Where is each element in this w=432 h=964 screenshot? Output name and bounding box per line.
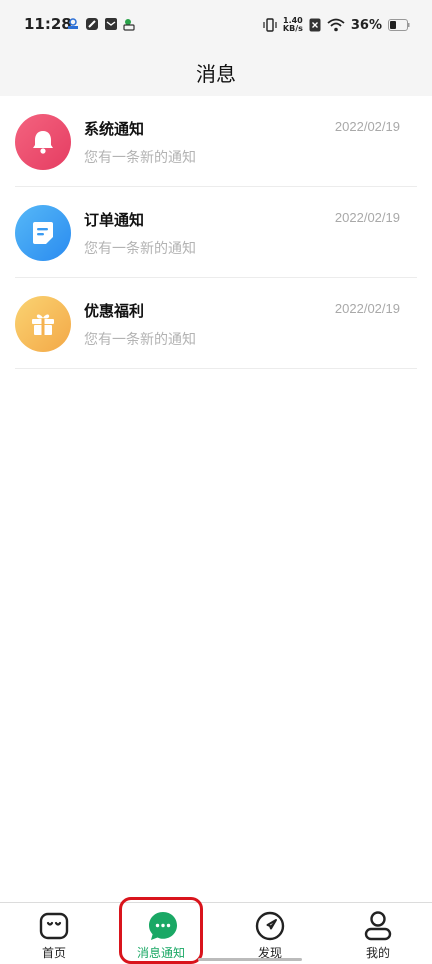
message-subtitle: 您有一条新的通知 [84,150,196,166]
message-date: 2022/02/19 [334,301,400,316]
compass-navigate-icon [255,911,285,941]
status-right-group: 1.40 KB/s 36% [263,14,410,36]
notification-app-icon [123,19,135,31]
mail-notification-icon [105,18,117,30]
message-avatar [15,296,71,352]
message-title: 订单通知 [84,211,145,229]
sim-disabled-icon [309,18,321,32]
home-indicator[interactable] [198,958,302,961]
gift-icon [32,314,54,335]
message-subtitle: 您有一条新的通知 [84,241,196,257]
message-date: 2022/02/19 [334,210,400,225]
message-date: 2022/02/19 [334,119,400,134]
bell-icon [33,131,53,154]
message-title: 优惠福利 [84,302,145,320]
message-subtitle: 您有一条新的通知 [84,332,196,348]
page-header: 消息 [0,48,432,96]
message-title: 系统通知 [84,120,145,138]
tab-label: 我的 [365,946,390,960]
tab-profile[interactable]: 我的 [324,903,432,964]
network-speed-unit: KB/s [282,24,303,33]
notification-app-icon [68,18,78,29]
active-tab-highlight [119,897,203,964]
wifi-icon [327,18,345,32]
notification-app-icon [86,18,98,30]
tab-home[interactable]: 首页 [0,903,108,964]
status-time: 11:28 [24,15,72,33]
tab-label: 首页 [41,946,66,960]
page-title: 消息 [196,62,236,86]
tab-discover[interactable]: 发现 [216,903,324,964]
document-icon [33,222,53,244]
vibrate-icon [263,18,277,32]
battery-icon [388,19,410,31]
message-item-order[interactable]: 订单通知 您有一条新的通知 2022/02/19 [15,187,417,278]
network-speed: 1.40 KB/s [283,17,303,33]
user-icon [364,911,392,941]
battery-percent: 36% [350,17,382,33]
status-bar: 11:28 1.40 KB/s 36% [0,0,432,48]
message-avatar [15,114,71,170]
home-face-icon [39,912,69,940]
message-item-system[interactable]: 系统通知 您有一条新的通知 2022/02/19 [15,96,417,187]
message-avatar [15,205,71,261]
message-list: 系统通知 您有一条新的通知 2022/02/19 订单通知 您有一条新的通知 2… [0,96,432,369]
message-item-benefits[interactable]: 优惠福利 您有一条新的通知 2022/02/19 [15,278,417,369]
bottom-tab-bar: 首页 消息通知 发现 我的 [0,902,432,964]
